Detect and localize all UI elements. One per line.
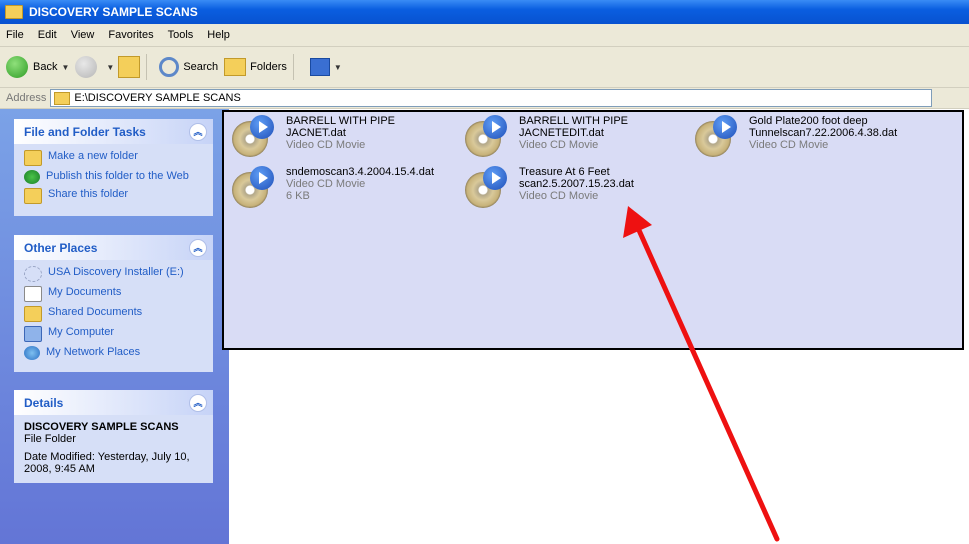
title-bar[interactable]: DISCOVERY SAMPLE SCANS xyxy=(0,0,969,24)
menu-file[interactable]: File xyxy=(6,29,24,41)
place-shared-documents[interactable]: Shared Documents xyxy=(24,306,203,322)
file-type: Video CD Movie xyxy=(519,190,599,202)
collapse-icon[interactable]: ︽ xyxy=(189,123,207,141)
file-name: sndemoscan3.4.2004.15.4.dat xyxy=(286,166,435,178)
back-label: Back xyxy=(33,61,58,73)
file-name: JACNET.dat xyxy=(286,127,346,139)
forward-arrow-icon xyxy=(75,56,98,78)
panel-header[interactable]: File and Folder Tasks ︽ xyxy=(14,119,213,144)
file-name: Gold Plate200 foot deep xyxy=(749,115,868,127)
address-bar: Address E:\DISCOVERY SAMPLE SCANS xyxy=(0,88,969,109)
menu-help[interactable]: Help xyxy=(207,29,230,41)
network-icon xyxy=(24,346,40,360)
address-path: E:\DISCOVERY SAMPLE SCANS xyxy=(74,92,241,104)
chevron-down-icon[interactable]: ▼ xyxy=(106,63,114,72)
details-modified: Date Modified: Yesterday, July 10, 2008,… xyxy=(24,451,190,475)
file-folder-tasks-panel: File and Folder Tasks ︽ Make a new folde… xyxy=(14,119,213,216)
up-folder-icon[interactable] xyxy=(118,56,141,78)
file-size: 6 KB xyxy=(286,190,310,202)
shared-folder-icon xyxy=(24,306,42,322)
search-label: Search xyxy=(183,61,219,73)
panel-title: File and Folder Tasks xyxy=(24,124,146,139)
details-type: File Folder xyxy=(24,433,76,445)
file-name: JACNETEDIT.dat xyxy=(519,127,604,139)
new-folder-icon xyxy=(24,150,42,166)
collapse-icon[interactable]: ︽ xyxy=(189,394,207,412)
video-cd-icon xyxy=(465,166,509,210)
video-cd-icon xyxy=(465,115,509,159)
panel-title: Other Places xyxy=(24,240,98,255)
publish-web-icon xyxy=(24,170,40,184)
back-button[interactable]: Back ▼ xyxy=(6,56,69,78)
file-item[interactable]: BARRELL WITH PIPE JACNET.dat Video CD Mo… xyxy=(232,115,457,159)
file-type: Video CD Movie xyxy=(749,139,829,151)
task-label: Share this folder xyxy=(48,188,129,200)
panel-header[interactable]: Other Places ︽ xyxy=(14,235,213,260)
toolbar-separator xyxy=(146,54,148,80)
file-name: Treasure At 6 Feet xyxy=(519,166,610,178)
task-make-new-folder[interactable]: Make a new folder xyxy=(24,150,203,166)
place-label: My Network Places xyxy=(46,346,141,358)
toolbar-separator xyxy=(292,54,294,80)
file-item[interactable]: BARRELL WITH PIPE JACNETEDIT.dat Video C… xyxy=(465,115,690,159)
chevron-down-icon[interactable]: ▼ xyxy=(61,63,69,72)
cd-drive-icon xyxy=(24,266,42,282)
place-usa-discovery-installer[interactable]: USA Discovery Installer (E:) xyxy=(24,266,203,282)
panel-title: Details xyxy=(24,395,64,410)
task-label: Publish this folder to the Web xyxy=(46,170,189,182)
views-icon[interactable] xyxy=(309,58,330,76)
file-name: BARRELL WITH PIPE xyxy=(286,115,396,127)
folder-icon xyxy=(5,5,23,19)
collapse-icon[interactable]: ︽ xyxy=(189,239,207,257)
folders-icon xyxy=(224,58,247,76)
address-field[interactable]: E:\DISCOVERY SAMPLE SCANS xyxy=(50,89,933,107)
file-type: Video CD Movie xyxy=(286,178,366,190)
file-item[interactable]: Gold Plate200 foot deep Tunnelscan7.22.2… xyxy=(695,115,955,159)
search-button[interactable]: Search xyxy=(159,57,218,77)
folder-icon xyxy=(54,91,71,105)
share-folder-icon xyxy=(24,188,42,204)
search-icon xyxy=(159,57,180,77)
task-publish-folder[interactable]: Publish this folder to the Web xyxy=(24,170,203,184)
details-panel: Details ︽ DISCOVERY SAMPLE SCANS File Fo… xyxy=(14,390,213,483)
place-label: USA Discovery Installer (E:) xyxy=(48,266,184,278)
panel-header[interactable]: Details ︽ xyxy=(14,390,213,415)
file-type: Video CD Movie xyxy=(286,139,366,151)
video-cd-icon xyxy=(232,115,276,159)
place-my-network-places[interactable]: My Network Places xyxy=(24,346,203,360)
file-name: Tunnelscan7.22.2006.4.38.dat xyxy=(749,127,898,139)
file-item[interactable]: sndemoscan3.4.2004.15.4.dat Video CD Mov… xyxy=(232,166,457,210)
file-name: scan2.5.2007.15.23.dat xyxy=(519,178,634,190)
menu-favorites[interactable]: Favorites xyxy=(108,29,153,41)
computer-icon xyxy=(24,326,42,342)
back-arrow-icon xyxy=(6,56,28,78)
task-label: Make a new folder xyxy=(48,150,138,162)
task-pane: File and Folder Tasks ︽ Make a new folde… xyxy=(0,109,229,544)
window-title: DISCOVERY SAMPLE SCANS xyxy=(29,5,198,19)
file-item[interactable]: Treasure At 6 Feet scan2.5.2007.15.23.da… xyxy=(465,166,690,210)
menu-tools[interactable]: Tools xyxy=(168,29,194,41)
place-my-documents[interactable]: My Documents xyxy=(24,286,203,302)
menu-view[interactable]: View xyxy=(71,29,95,41)
place-label: My Computer xyxy=(48,326,115,338)
menu-edit[interactable]: Edit xyxy=(38,29,57,41)
menu-bar: File Edit View Favorites Tools Help xyxy=(0,24,969,47)
task-share-folder[interactable]: Share this folder xyxy=(24,188,203,204)
folders-label: Folders xyxy=(250,61,287,73)
documents-icon xyxy=(24,286,42,302)
place-label: Shared Documents xyxy=(48,306,143,318)
place-my-computer[interactable]: My Computer xyxy=(24,326,203,342)
chevron-down-icon[interactable]: ▼ xyxy=(334,63,342,72)
file-name: BARRELL WITH PIPE xyxy=(519,115,629,127)
place-label: My Documents xyxy=(48,286,122,298)
address-label: Address xyxy=(6,92,47,104)
toolbar: Back ▼ ▼ Search Folders ▼ xyxy=(0,47,969,88)
other-places-panel: Other Places ︽ USA Discovery Installer (… xyxy=(14,235,213,372)
folders-button[interactable]: Folders xyxy=(224,58,287,76)
forward-button[interactable]: ▼ xyxy=(75,56,114,78)
details-name: DISCOVERY SAMPLE SCANS xyxy=(24,421,179,433)
file-type: Video CD Movie xyxy=(519,139,599,151)
video-cd-icon xyxy=(232,166,276,210)
video-cd-icon xyxy=(695,115,739,159)
